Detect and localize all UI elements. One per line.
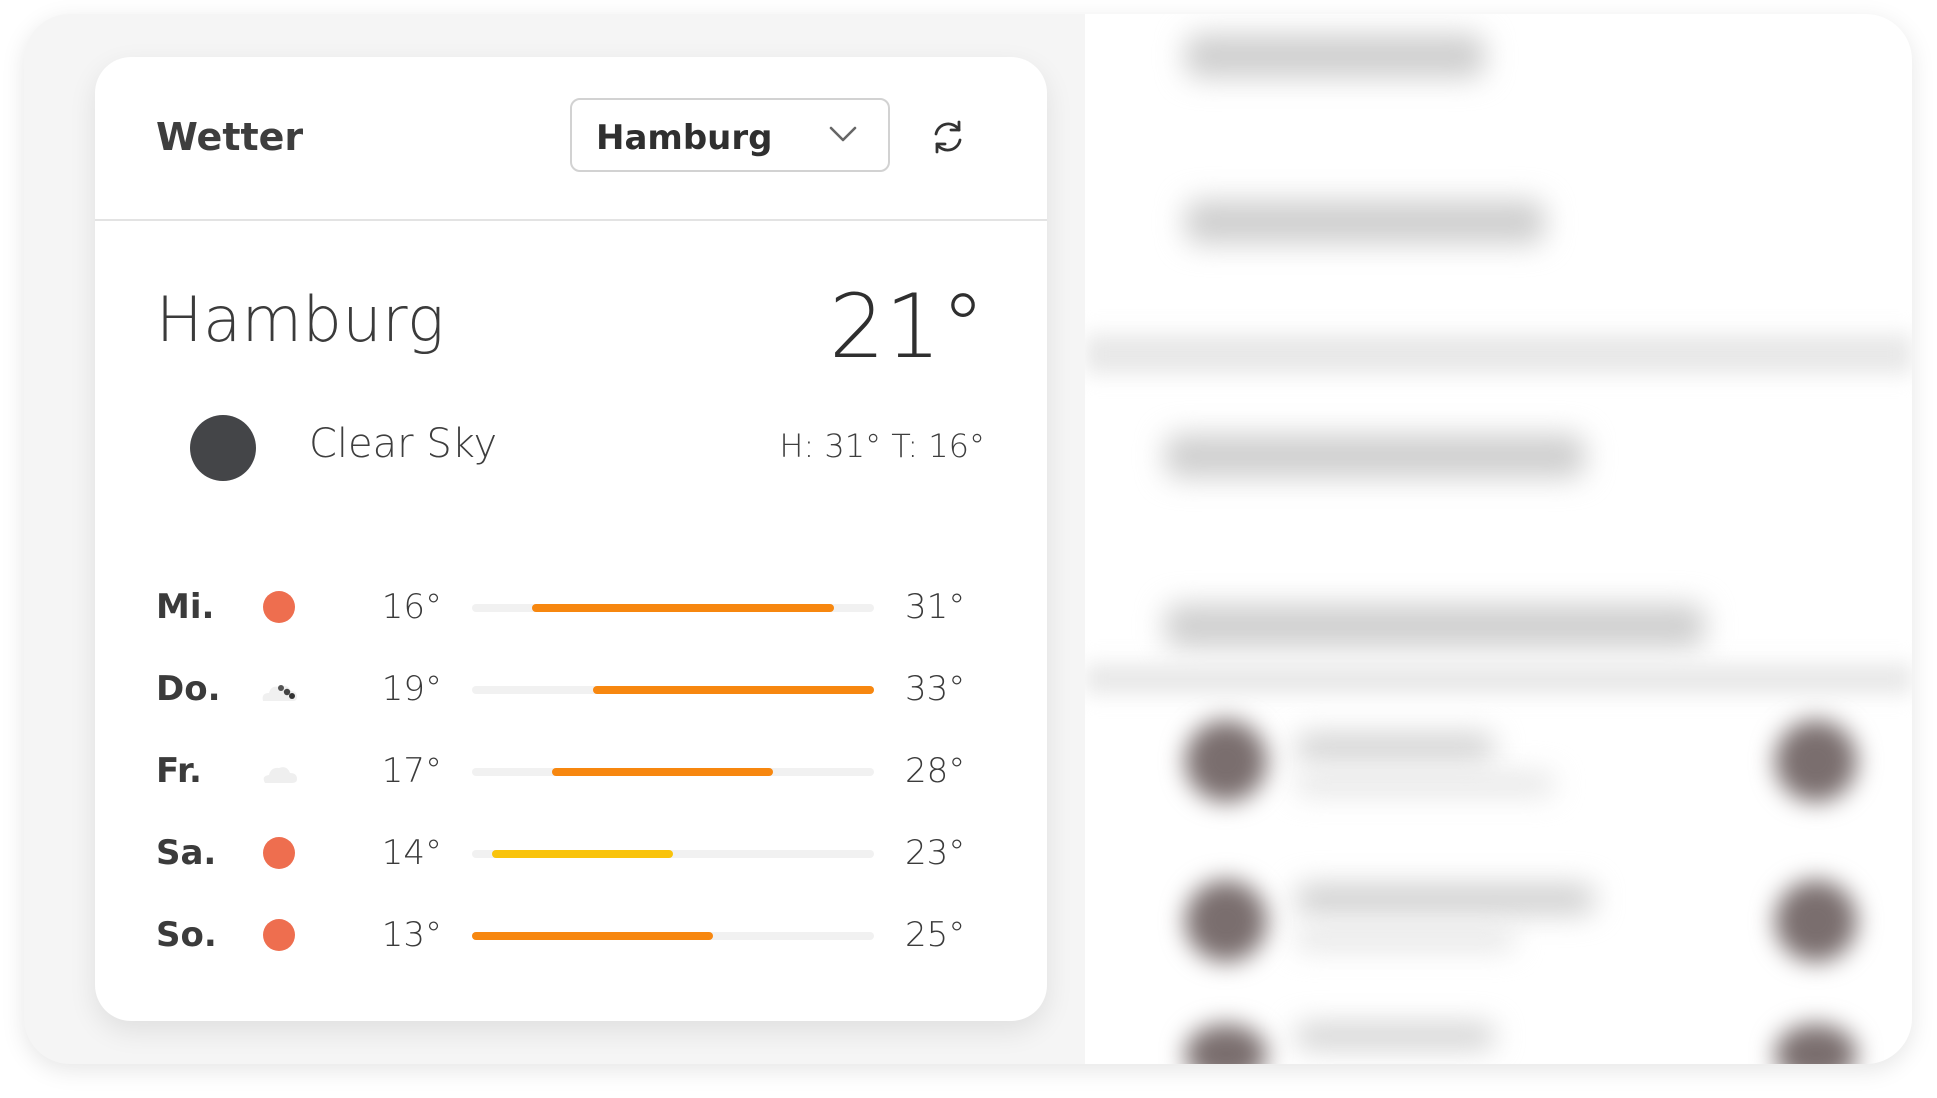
forecast-low: 14°	[381, 833, 442, 873]
refresh-icon[interactable]	[928, 117, 968, 157]
blurred-avatar	[1185, 880, 1267, 962]
blurred-avatar	[1775, 720, 1857, 802]
chevron-down-icon	[829, 126, 857, 142]
forecast-row: Fr. 17° 28°	[95, 741, 1047, 801]
forecast-day: Mi.	[156, 587, 215, 627]
forecast-high: 28°	[905, 751, 966, 791]
forecast-high: 23°	[905, 833, 966, 873]
city-name: Hamburg	[156, 283, 445, 356]
temperature-range-track	[472, 686, 874, 694]
condition-text: Clear Sky	[309, 421, 498, 467]
blurred-content	[1295, 1024, 1495, 1048]
blurred-avatar	[1775, 1024, 1857, 1064]
sun-icon	[263, 837, 295, 869]
city-select-value: Hamburg	[596, 118, 773, 158]
temperature-range-bar	[552, 768, 774, 776]
blurred-avatar	[1775, 880, 1857, 962]
forecast-day: Fr.	[156, 751, 202, 791]
sun-icon	[263, 919, 295, 951]
blurred-content	[1295, 884, 1595, 914]
blurred-content	[1295, 774, 1555, 794]
forecast-low: 16°	[381, 587, 442, 627]
forecast-high: 33°	[905, 669, 966, 709]
blurred-divider	[1085, 334, 1912, 374]
blurred-content	[1185, 200, 1545, 244]
cloudy-icon	[262, 685, 297, 701]
forecast-high: 25°	[905, 915, 966, 955]
city-select[interactable]: Hamburg	[570, 98, 890, 172]
blurred-content	[1165, 434, 1585, 478]
screen-frame: Wetter Hamburg Hamburg 21° Clear Sky H: …	[24, 14, 1912, 1064]
blurred-content	[1185, 34, 1485, 78]
forecast-day: Do.	[156, 669, 221, 709]
card-title: Wetter	[156, 115, 304, 159]
card-header: Wetter Hamburg	[95, 57, 1047, 221]
forecast-day: Sa.	[156, 833, 217, 873]
blurred-avatar	[1185, 1024, 1267, 1064]
forecast-row: Sa. 14° 23°	[95, 823, 1047, 883]
forecast-row: Mi. 16° 31°	[95, 577, 1047, 637]
forecast-low: 13°	[381, 915, 442, 955]
blurred-divider	[1085, 664, 1912, 694]
blurred-avatar	[1185, 720, 1267, 802]
current-temperature: 21°	[829, 275, 985, 378]
temperature-range-track	[472, 850, 874, 858]
forecast-row: So. 13° 25°	[95, 905, 1047, 965]
sun-icon	[263, 591, 295, 623]
forecast-low: 19°	[381, 669, 442, 709]
temperature-range-bar	[492, 850, 673, 858]
forecast-day: So.	[156, 915, 217, 955]
temperature-range-track	[472, 768, 874, 776]
temperature-range-bar	[592, 686, 874, 694]
high-low-temperature: H: 31° T: 16°	[779, 427, 985, 465]
temperature-range-bar	[532, 604, 834, 612]
temperature-range-bar	[472, 932, 714, 940]
blurred-content	[1295, 734, 1495, 760]
cloud-icon	[263, 767, 297, 783]
blurred-panel	[1085, 14, 1912, 1064]
forecast-low: 17°	[381, 751, 442, 791]
blurred-content	[1295, 929, 1515, 949]
blurred-content	[1165, 604, 1705, 648]
forecast-high: 31°	[905, 587, 966, 627]
temperature-range-track	[472, 932, 874, 940]
temperature-range-track	[472, 604, 874, 612]
clear-sky-icon	[190, 415, 256, 481]
forecast-row: Do. 19° 33°	[95, 659, 1047, 719]
weather-card: Wetter Hamburg Hamburg 21° Clear Sky H: …	[95, 57, 1047, 1021]
